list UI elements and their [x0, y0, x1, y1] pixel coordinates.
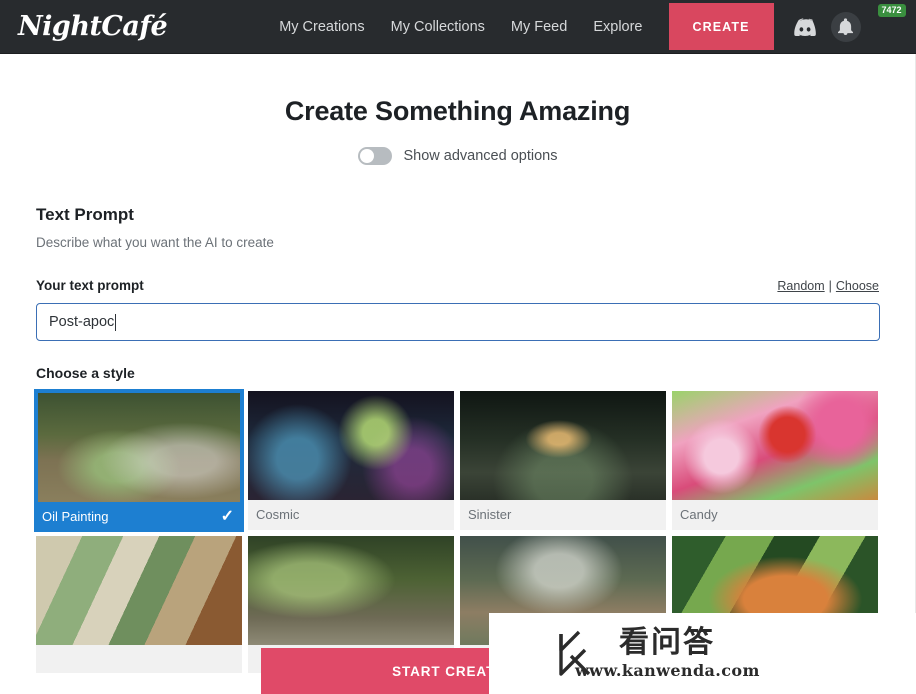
watermark-url: www.kanwenda.com [575, 661, 760, 680]
text-caret [115, 313, 117, 331]
style-caption: Candy [672, 500, 878, 528]
style-label: Oil Painting [42, 508, 109, 524]
style-card-candy[interactable]: Candy [672, 391, 878, 530]
style-caption: Cosmic [248, 500, 454, 528]
nightcafe-create-page: NightCafé My Creations My Collections My… [0, 0, 916, 694]
choose-style-heading: Choose a style [36, 365, 135, 381]
create-button[interactable]: CREATE [668, 3, 774, 50]
prompt-input-value: Post-apoc [49, 314, 115, 330]
main-nav: My Creations My Collections My Feed Expl… [279, 19, 642, 35]
advanced-options-row: Show advanced options [0, 147, 915, 165]
style-thumbnail [248, 391, 454, 500]
user-avatar[interactable]: 7472 [874, 3, 906, 42]
show-advanced-options-toggle[interactable] [357, 147, 392, 165]
prompt-helper-links: Random | Choose [777, 279, 879, 293]
text-prompt-heading: Text Prompt [36, 205, 134, 224]
random-link[interactable]: Random [777, 279, 824, 293]
discord-icon[interactable] [792, 14, 818, 40]
watermark-text: 看问答 www.kanwenda.com [575, 625, 760, 681]
style-thumbnail [38, 393, 240, 502]
prompt-field-header: Your text prompt Random | Choose [36, 278, 879, 293]
style-thumbnail [36, 536, 242, 645]
text-prompt-subheading: Describe what you want the AI to create [36, 235, 274, 250]
link-separator: | [828, 279, 832, 293]
style-card-sinister[interactable]: Sinister [460, 391, 666, 530]
nightcafe-logo[interactable]: NightCafé [18, 11, 168, 42]
check-icon: ✓ [220, 508, 234, 525]
prompt-field-label: Your text prompt [36, 278, 144, 293]
watermark-brand: 看问答 [619, 625, 715, 660]
style-thumbnail [460, 391, 666, 500]
style-card-oil-painting[interactable]: Oil Painting ✓ [34, 389, 244, 532]
style-card-row2-1[interactable] [36, 536, 242, 673]
style-caption [36, 645, 242, 673]
style-thumbnail [248, 536, 454, 645]
page-title: Create Something Amazing [284, 96, 631, 126]
style-caption: Oil Painting ✓ [36, 502, 242, 530]
style-thumbnail [672, 391, 878, 500]
text-prompt-section: Text Prompt Describe what you want the A… [34, 205, 880, 673]
header-icon-group: 7472 [792, 3, 906, 42]
nav-item-explore[interactable]: Explore [593, 19, 642, 35]
nav-item-my-collections[interactable]: My Collections [391, 19, 485, 35]
style-label: Cosmic [256, 506, 300, 522]
toggle-knob [359, 149, 374, 163]
style-card-cosmic[interactable]: Cosmic [248, 391, 454, 530]
prompt-input[interactable]: Post-apoc [36, 303, 880, 341]
nav-item-my-creations[interactable]: My Creations [279, 19, 364, 35]
main-content: Create Something Amazing Show advanced o… [0, 54, 916, 694]
style-caption: Sinister [460, 500, 666, 528]
show-advanced-options-label: Show advanced options [403, 148, 558, 164]
choose-link[interactable]: Choose [836, 279, 879, 293]
nav-item-my-feed[interactable]: My Feed [511, 19, 567, 35]
style-label: Candy [680, 506, 718, 522]
watermark-overlay: 看问答 www.kanwenda.com [489, 613, 916, 694]
avatar-badge: 7472 [877, 3, 906, 17]
bell-icon[interactable] [830, 11, 861, 42]
style-label: Sinister [468, 506, 512, 522]
site-header: NightCafé My Creations My Collections My… [0, 0, 916, 54]
